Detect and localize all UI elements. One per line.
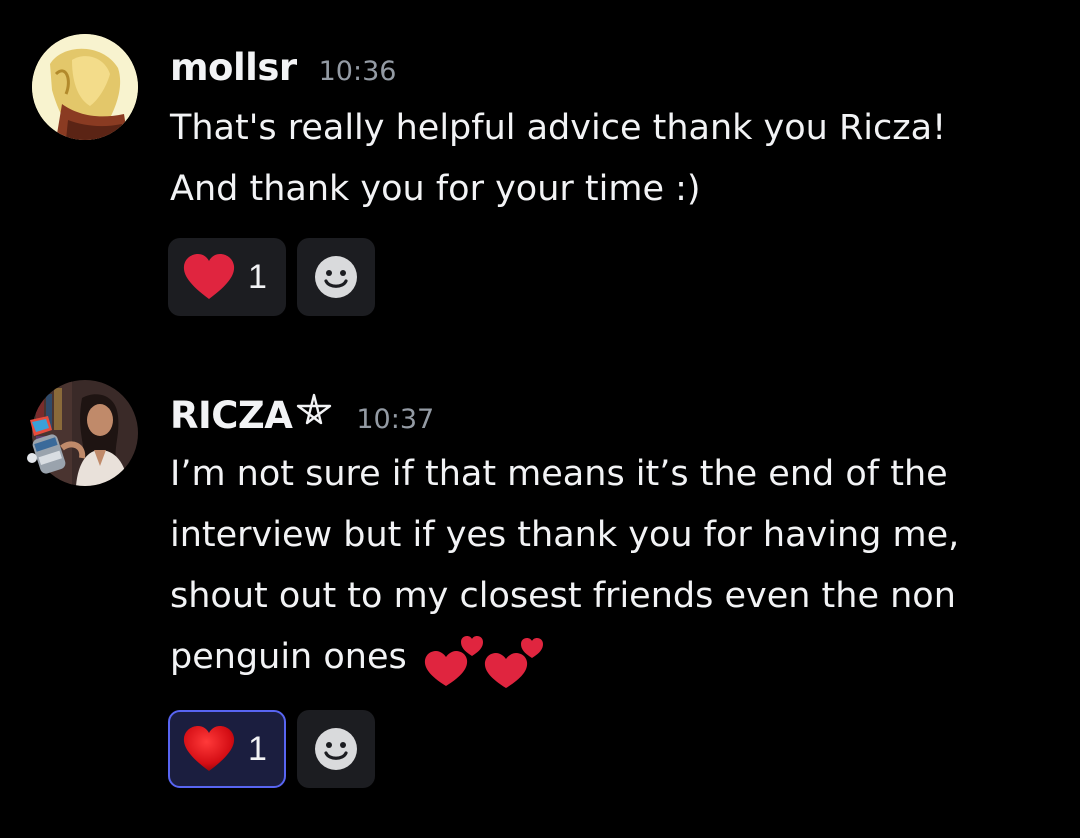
reaction-bar: 1 xyxy=(168,238,375,316)
timestamp: 10:36 xyxy=(318,56,397,87)
smiley-icon xyxy=(315,728,357,770)
reaction-count: 1 xyxy=(248,729,267,768)
username[interactable]: RICZA xyxy=(170,394,293,437)
red-heart-icon xyxy=(183,254,235,299)
reaction-count: 1 xyxy=(248,257,267,296)
pentagram-icon xyxy=(297,393,332,425)
timestamp: 10:37 xyxy=(356,404,435,435)
message-content: That's really helpful advice thank you R… xyxy=(170,108,947,209)
heart-reaction-active[interactable]: 1 xyxy=(168,710,286,788)
smiley-icon xyxy=(315,256,357,298)
two-hearts-icon xyxy=(424,636,543,688)
add-reaction-button[interactable] xyxy=(297,710,375,788)
reaction-bar: 1 xyxy=(168,710,375,788)
message-text: I’m not sure if that means it’s the end … xyxy=(170,454,960,677)
message-content: I’m not sure if that means it’s the end … xyxy=(170,444,1030,690)
heart-reaction[interactable]: 1 xyxy=(168,238,286,316)
red-heart-icon xyxy=(183,726,235,771)
avatar-decoration-penguin xyxy=(22,414,74,478)
avatar[interactable] xyxy=(32,34,138,140)
username[interactable]: mollsr xyxy=(170,46,297,89)
add-reaction-button[interactable] xyxy=(297,238,375,316)
